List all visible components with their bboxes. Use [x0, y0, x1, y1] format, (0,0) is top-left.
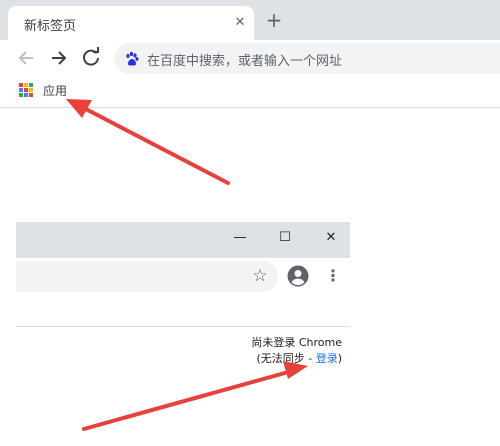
arrow-to-signin — [82, 361, 308, 431]
apps-shortcut-label[interactable]: 应用 — [43, 82, 67, 99]
divider — [16, 326, 350, 327]
arrow-left-icon — [18, 51, 33, 65]
tab-close-icon[interactable]: ✕ — [232, 15, 248, 31]
forward-button[interactable] — [47, 46, 71, 70]
tab-title: 新标签页 — [24, 19, 77, 34]
sync-status-suffix: ) — [337, 352, 342, 365]
new-tab-button[interactable]: + — [262, 8, 286, 32]
profile-window-titlebar: — ☐ ✕ — [16, 222, 350, 258]
arrow-to-apps — [66, 99, 230, 185]
minimize-button[interactable]: — — [226, 226, 254, 250]
apps-grid-icon[interactable] — [19, 83, 33, 97]
profile-window-toolbar: ☆ ⋮ — [16, 258, 350, 294]
bookmarks-bar: 应用 — [0, 76, 500, 108]
star-icon[interactable]: ☆ — [250, 266, 270, 286]
sync-status-line: (无法同步 - 登录) — [218, 350, 342, 366]
maximize-button[interactable]: ☐ — [271, 226, 299, 250]
tab-new-tab[interactable]: 新标签页 ✕ — [8, 6, 254, 40]
sync-status-prefix: (无法同步 - — [256, 352, 316, 365]
sync-status-title: 尚未登录 Chrome — [251, 336, 342, 349]
baidu-paw-icon — [126, 51, 139, 66]
browser-toolbar: 在百度中搜索，或者输入一个网址 — [0, 40, 500, 76]
back-button[interactable] — [14, 46, 38, 70]
kebab-menu-icon[interactable]: ⋮ — [325, 265, 341, 287]
omnibox[interactable]: ☆ — [16, 261, 278, 292]
omnibox-placeholder: 在百度中搜索，或者输入一个网址 — [147, 54, 343, 69]
arrow-right-icon — [52, 51, 67, 65]
tab-strip: 新标签页 ✕ + — [0, 0, 500, 40]
reload-button[interactable] — [79, 46, 103, 70]
account-circle-icon[interactable] — [287, 265, 309, 287]
omnibox[interactable]: 在百度中搜索，或者输入一个网址 — [114, 43, 500, 74]
reload-icon — [83, 47, 99, 66]
window-close-button[interactable]: ✕ — [317, 226, 345, 250]
sign-in-link[interactable]: 登录 — [316, 352, 338, 365]
